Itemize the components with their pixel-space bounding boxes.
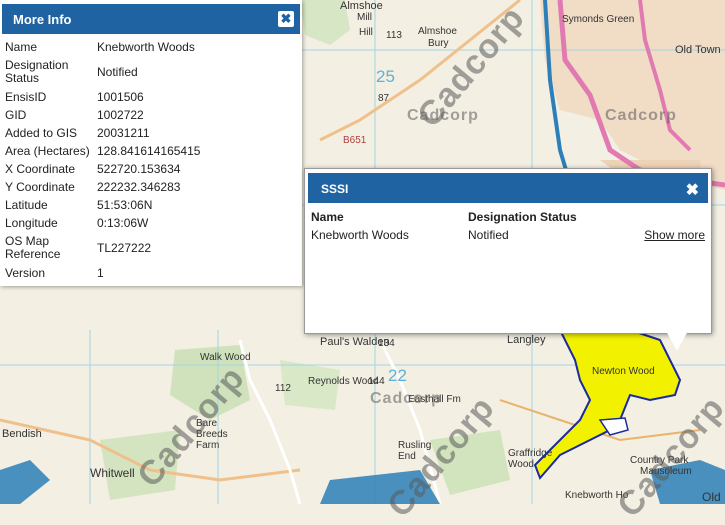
info-key: OS Map Reference <box>5 234 61 261</box>
table-row: X Coordinate 522720.153634 <box>5 160 200 178</box>
watermark-cadcorp: Cadcorp <box>370 390 442 407</box>
more-info-header: More Info ✖ <box>0 2 302 36</box>
close-icon[interactable]: ✖ <box>278 11 294 27</box>
info-key: Y Coordinate <box>5 179 75 194</box>
grid-label-22: 22 <box>388 366 407 385</box>
sssi-name-cell: Knebworth Woods <box>311 228 409 242</box>
info-value: 51:53:06N <box>97 197 153 212</box>
info-value: 128.841614165415 <box>97 143 201 158</box>
map-label-old: Old <box>702 490 721 504</box>
info-value: 1002722 <box>97 107 144 122</box>
table-row: Name Knebworth Woods <box>5 38 200 56</box>
table-row: Designation Status Notified <box>5 56 200 88</box>
info-key: X Coordinate <box>5 161 76 176</box>
map-label-134: 134 <box>378 338 395 349</box>
map-label-mill: Mill <box>357 12 372 23</box>
more-info-title: More Info <box>13 12 72 27</box>
info-key: Area (Hectares) <box>5 143 90 158</box>
info-table: Name Knebworth Woods Designation Status No… <box>5 38 200 282</box>
info-value: 1001506 <box>97 89 144 104</box>
map-label-symonds-green: Symonds Green <box>562 14 635 25</box>
road-label-b651: B651 <box>343 135 367 146</box>
info-key: GID <box>5 107 27 122</box>
info-value: 522720.153634 <box>97 161 181 176</box>
map-label-old-town: Old Town <box>675 44 721 56</box>
info-key: EnsisID <box>5 89 47 104</box>
table-row: Latitude 51:53:06N <box>5 196 200 214</box>
table-row: Added to GIS 20031211 <box>5 124 200 142</box>
info-value: 1 <box>97 265 104 280</box>
info-value: 0:13:06W <box>97 215 149 230</box>
table-row: OS Map Reference TL227222 <box>5 232 200 264</box>
info-key: Name <box>5 39 38 54</box>
info-key: Longitude <box>5 215 58 230</box>
map-label-almshoe-bury-2: Bury <box>428 38 449 49</box>
sssi-header: SSSI ✖ <box>308 173 708 203</box>
table-row: Area (Hectares) 128.841614165415 <box>5 142 200 160</box>
map-label-almshoe: Almshoe <box>340 0 383 12</box>
map-label-hill: Hill <box>359 27 373 38</box>
popup-pointer <box>666 331 688 351</box>
info-key: Version <box>5 265 46 280</box>
info-value: TL227222 <box>97 240 152 255</box>
column-header-name: Name <box>311 210 344 224</box>
watermark-cadcorp: Cadcorp <box>605 107 677 124</box>
map-label-144: 144 <box>368 376 385 387</box>
info-value: 222232.346283 <box>97 179 181 194</box>
close-icon[interactable]: ✖ <box>686 180 699 200</box>
sssi-status-cell: Notified <box>468 228 509 242</box>
map-label-bendish: Bendish <box>2 428 42 440</box>
info-key: Latitude <box>5 197 48 212</box>
map-label-almshoe-bury-1: Almshoe <box>418 26 457 37</box>
map-label-graffridge: Graffridge Wood <box>508 448 553 470</box>
info-key: Added to GIS <box>5 125 78 140</box>
column-header-designation-status: Designation Status <box>468 210 577 224</box>
info-value: Knebworth Woods <box>97 39 195 54</box>
map-label-87: 87 <box>378 93 390 104</box>
map-label-newton-wood: Newton Wood <box>592 366 655 377</box>
table-row: EnsisID 1001506 <box>5 88 200 106</box>
show-more-link[interactable]: Show more <box>644 228 705 242</box>
more-info-panel: More Info ✖ Name Knebworth Woods Designat… <box>0 0 302 286</box>
info-value: 20031211 <box>97 125 150 140</box>
info-value: Notified <box>97 64 138 79</box>
table-row: Version 1 <box>5 264 200 282</box>
info-key: Designation Status <box>5 58 69 85</box>
table-row: Y Coordinate 222232.346283 <box>5 178 200 196</box>
map-label-112: 112 <box>275 383 291 394</box>
table-row: GID 1002722 <box>5 106 200 124</box>
sssi-popup: SSSI ✖ Name Designation Status Knebworth… <box>304 168 712 334</box>
map-label-113: 113 <box>386 30 402 41</box>
sssi-title: SSSI <box>321 182 349 196</box>
map-label-whitwell: Whitwell <box>90 466 135 480</box>
table-row: Longitude 0:13:06W <box>5 214 200 232</box>
grid-label-25: 25 <box>376 67 395 86</box>
map-label-langley: Langley <box>507 334 546 346</box>
